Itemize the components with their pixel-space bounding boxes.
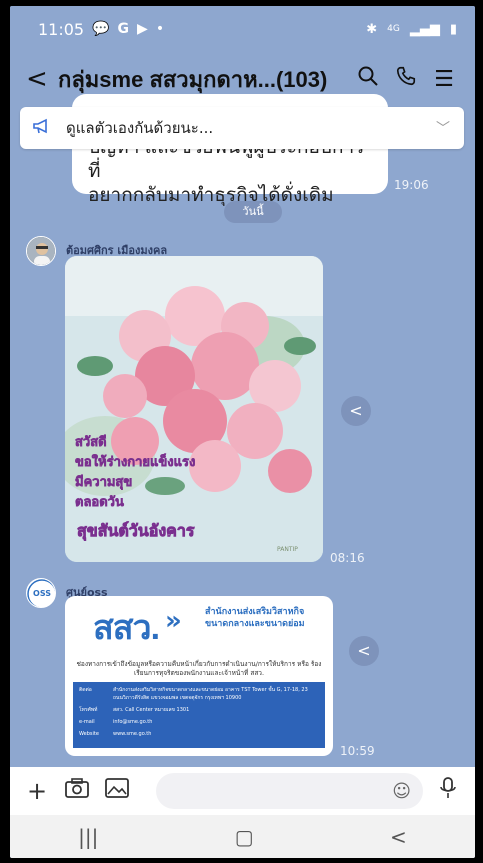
org-name: สำนักงานส่งเสริมวิสาหกิจ ขนาดกลางและขนาด… — [205, 606, 305, 630]
chat-bubble-icon: 💬 — [92, 21, 110, 37]
input-bar: + ☺ — [10, 767, 475, 815]
youtube-icon: ▶ — [137, 21, 148, 37]
avatar[interactable] — [26, 236, 56, 266]
contact-key: Website — [79, 731, 99, 737]
megaphone-icon — [32, 117, 66, 140]
info-image-message[interactable]: สสว. » สำนักงานส่งเสริมวิสาหกิจ ขนาดกลาง… — [65, 596, 333, 756]
sme-logo-text: สสว. — [93, 609, 160, 647]
battery-icon: ▮ — [449, 21, 457, 37]
date-separator: วันนี้ — [224, 201, 282, 223]
image-message[interactable]: สวัสดี ขอให้ร่างกายแข็งแรง มีความสุข ตลอ… — [65, 256, 323, 562]
org-line: ขนาดกลางและขนาดย่อม — [205, 619, 305, 629]
svg-text:มีความสุข: มีความสุข — [75, 474, 132, 490]
contact-row: ติดต่อ สำนักงานส่งเสริมวิสาหกิจขนาดกลางแล… — [79, 686, 319, 702]
message-time: 10:59 — [340, 744, 375, 758]
info-header: สสว. » สำนักงานส่งเสริมวิสาหกิจ ขนาดกลาง… — [65, 596, 333, 660]
recent-apps-icon[interactable]: ||| — [78, 825, 98, 849]
search-icon[interactable] — [349, 65, 387, 93]
signal-icon: ▂▄▆ — [409, 21, 440, 37]
svg-text:สวัสดี: สวัสดี — [75, 434, 107, 450]
org-line: สำนักงานส่งเสริมวิสาหกิจ — [205, 607, 305, 617]
system-nav-bar: ||| ▢ < — [10, 815, 475, 858]
microphone-icon[interactable] — [433, 776, 463, 806]
phone-call-icon[interactable] — [387, 65, 425, 93]
share-icon[interactable]: < — [349, 636, 379, 666]
svg-text:ขอให้ร่างกายแข็งแรง: ขอให้ร่างกายแข็งแรง — [75, 452, 195, 470]
camera-icon[interactable] — [62, 777, 92, 805]
announcement-bar[interactable]: ดูแลตัวเองกันด้วยนะ... ﹀ — [20, 107, 464, 149]
logo-arrow-icon: » — [165, 606, 182, 636]
contact-key: โทรศัพท์ — [79, 707, 98, 713]
contact-row: e-mail info@sme.go.th — [79, 718, 319, 726]
chevron-down-icon[interactable]: ﹀ — [436, 118, 450, 138]
announcement-text: ดูแลตัวเองกันด้วยนะ... — [66, 119, 214, 137]
network-label: 4G — [387, 24, 400, 34]
message-input[interactable]: ☺ — [156, 773, 423, 809]
status-dot: • — [155, 21, 165, 37]
contact-key: ติดต่อ — [79, 687, 92, 693]
share-icon[interactable]: < — [341, 396, 371, 426]
contact-row: Website www.sme.go.th — [79, 730, 319, 738]
back-nav-icon[interactable]: < — [390, 825, 407, 849]
svg-text:PANTIP: PANTIP — [277, 546, 298, 553]
gallery-icon[interactable] — [102, 777, 132, 805]
contact-row: โทรศัพท์ สสว. Call Center หมายเลข 1301 — [79, 706, 319, 714]
info-description: ช่องทางการเข้าถึงข้อมูลหรือความคืบหน้าเก… — [76, 660, 322, 677]
contact-box: ติดต่อ สำนักงานส่งเสริมวิสาหกิจขนาดกลางแล… — [73, 682, 325, 748]
message-time: 08:16 — [330, 551, 365, 565]
contact-value: info@sme.go.th — [113, 719, 153, 725]
roses-image: สวัสดี ขอให้ร่างกายแข็งแรง มีความสุข ตลอ… — [65, 256, 323, 562]
contact-value: สำนักงานส่งเสริมวิสาหกิจขนาดกลางและขนาดย… — [113, 687, 308, 701]
bluetooth-icon: ✱ — [366, 21, 378, 37]
emoji-icon[interactable]: ☺ — [392, 781, 411, 802]
svg-text:ตลอดวัน: ตลอดวัน — [75, 495, 124, 510]
back-arrow-icon[interactable]: < — [26, 64, 58, 94]
contact-value: www.sme.go.th — [113, 731, 152, 737]
status-bar: 11:05 💬 G ▶ • ✱ 4G ▂▄▆ ▮ — [10, 6, 475, 52]
home-icon[interactable]: ▢ — [235, 825, 254, 849]
svg-text:OSS: OSS — [33, 589, 51, 598]
plus-icon[interactable]: + — [22, 777, 52, 805]
phone-screen: 11:05 💬 G ▶ • ✱ 4G ▂▄▆ ▮ < กลุ่มsme สสวม… — [10, 6, 475, 858]
contact-value: สสว. Call Center หมายเลข 1301 — [113, 707, 190, 713]
oss-avatar[interactable]: OSS — [26, 578, 56, 608]
google-icon: G — [117, 21, 130, 37]
contact-key: e-mail — [79, 719, 95, 725]
image-caption: สุขสันต์วันอังคาร — [77, 521, 195, 541]
chat-title: กลุ่มsme สสวมุกดาห...(103) — [58, 66, 328, 92]
message-time: 19:06 — [394, 178, 429, 192]
status-time: 11:05 — [38, 19, 85, 39]
menu-icon[interactable]: ☰ — [425, 67, 463, 92]
